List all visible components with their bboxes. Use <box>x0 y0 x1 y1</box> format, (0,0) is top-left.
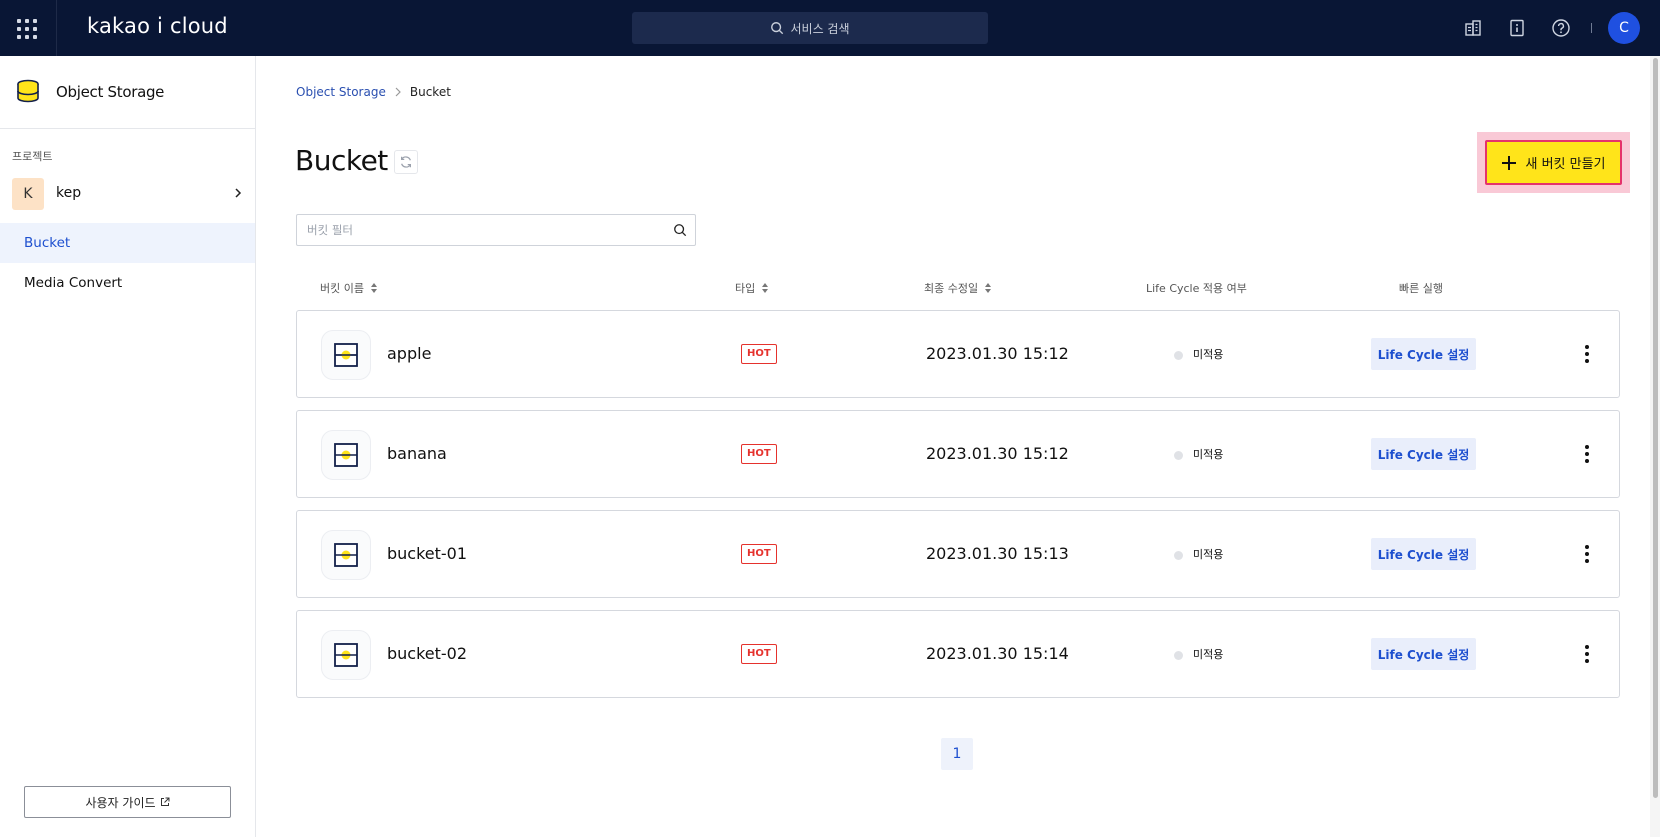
sort-icon <box>985 283 992 293</box>
sidebar-header: Object Storage <box>0 56 255 129</box>
organization-building-icon[interactable] <box>1461 16 1485 40</box>
status-dot <box>1174 351 1183 360</box>
lifecycle-settings-button[interactable]: Life Cycle 설정 <box>1371 538 1476 570</box>
bucket-filter-input[interactable] <box>307 215 647 245</box>
breadcrumb-bucket: Bucket <box>409 85 451 99</box>
type-badge: HOT <box>741 544 777 564</box>
external-link-icon <box>160 797 170 806</box>
sort-icon <box>370 283 377 293</box>
table-row[interactable]: bucket-02 HOT 2023.01.30 15:14 미적용 Life … <box>296 610 1620 698</box>
bucket-icon <box>321 330 371 380</box>
table-row[interactable]: apple HOT 2023.01.30 15:12 미적용 Life Cycl… <box>296 310 1620 398</box>
lifecycle-settings-button[interactable]: Life Cycle 설정 <box>1371 638 1476 670</box>
object-storage-icon <box>16 79 40 109</box>
bucket-icon <box>321 530 371 580</box>
project-selector[interactable]: K kep <box>12 178 244 210</box>
table-row[interactable]: banana HOT 2023.01.30 15:12 미적용 Life Cyc… <box>296 410 1620 498</box>
search-placeholder: 서비스 검색 <box>790 21 850 36</box>
bucket-icon <box>321 430 371 480</box>
scrollbar-thumb[interactable] <box>1653 58 1658 798</box>
service-title: Object Storage <box>56 83 165 101</box>
column-header-type[interactable]: 타입 <box>735 280 769 296</box>
lifecycle-status: 미적용 <box>1193 348 1224 361</box>
service-search-input[interactable]: 서비스 검색 <box>632 12 988 44</box>
bucket-name[interactable]: bucket-01 <box>387 544 467 563</box>
kakao-i-cloud-logo[interactable]: kakao i cloud <box>87 14 228 38</box>
user-avatar[interactable]: C <box>1608 12 1640 44</box>
status-dot <box>1174 651 1183 660</box>
column-header-name[interactable]: 버킷 이름 <box>320 280 378 296</box>
lifecycle-status: 미적용 <box>1193 448 1224 461</box>
bucket-filter-field[interactable] <box>296 214 696 246</box>
modified-date: 2023.01.30 15:12 <box>926 444 1069 463</box>
table-row[interactable]: bucket-01 HOT 2023.01.30 15:13 미적용 Life … <box>296 510 1620 598</box>
modified-date: 2023.01.30 15:12 <box>926 344 1069 363</box>
breadcrumb: Object Storage Bucket <box>296 85 451 99</box>
sort-icon <box>762 283 769 293</box>
refresh-button[interactable] <box>394 150 418 174</box>
bucket-name[interactable]: bucket-02 <box>387 644 467 663</box>
column-header-label: 타입 <box>735 282 756 295</box>
page-title: Bucket <box>295 144 388 177</box>
column-header-modified[interactable]: 최종 수정일 <box>924 280 992 296</box>
bucket-icon <box>321 630 371 680</box>
search-icon <box>771 22 784 35</box>
plus-icon <box>1502 155 1517 170</box>
column-header-label: 버킷 이름 <box>320 282 364 295</box>
more-options-icon[interactable] <box>1577 543 1597 565</box>
sidebar-item-bucket[interactable]: Bucket <box>0 223 255 263</box>
divider <box>56 0 57 56</box>
lifecycle-status: 미적용 <box>1193 648 1224 661</box>
divider <box>1591 23 1592 33</box>
lifecycle-settings-button[interactable]: Life Cycle 설정 <box>1371 438 1476 470</box>
type-badge: HOT <box>741 344 777 364</box>
search-icon[interactable] <box>673 223 687 237</box>
pagination-page-1[interactable]: 1 <box>941 738 973 770</box>
status-dot <box>1174 451 1183 460</box>
more-options-icon[interactable] <box>1577 443 1597 465</box>
sidebar: Object Storage 프로젝트 K kep Bucket Media C… <box>0 56 256 837</box>
type-badge: HOT <box>741 444 777 464</box>
more-options-icon[interactable] <box>1577 643 1597 665</box>
status-dot <box>1174 551 1183 560</box>
modified-date: 2023.01.30 15:13 <box>926 544 1069 563</box>
user-guide-label: 사용자 가이드 <box>85 795 156 810</box>
lifecycle-status: 미적용 <box>1193 548 1224 561</box>
column-header-label: 최종 수정일 <box>924 282 979 295</box>
column-header-label: Life Cycle 적용 여부 <box>1146 282 1247 295</box>
create-button-highlight: 새 버킷 만들기 <box>1477 132 1630 193</box>
bucket-name[interactable]: banana <box>387 444 447 463</box>
chevron-right-icon <box>235 188 242 198</box>
modified-date: 2023.01.30 15:14 <box>926 644 1069 663</box>
breadcrumb-object-storage[interactable]: Object Storage <box>296 85 386 99</box>
info-document-icon[interactable] <box>1505 16 1529 40</box>
chevron-right-icon <box>395 87 401 97</box>
column-header-lifecycle: Life Cycle 적용 여부 <box>1146 280 1247 296</box>
column-header-actions: 빠른 실행 <box>1399 280 1443 296</box>
project-name: kep <box>56 185 82 201</box>
project-badge: K <box>12 178 44 210</box>
bucket-name[interactable]: apple <box>387 344 431 363</box>
sidebar-item-media-convert[interactable]: Media Convert <box>0 263 255 303</box>
create-bucket-button[interactable]: 새 버킷 만들기 <box>1485 140 1622 185</box>
lifecycle-settings-button[interactable]: Life Cycle 설정 <box>1371 338 1476 370</box>
column-header-label: 빠른 실행 <box>1399 282 1443 295</box>
project-label: 프로젝트 <box>12 150 53 163</box>
refresh-icon <box>401 156 411 168</box>
help-icon[interactable] <box>1549 16 1573 40</box>
type-badge: HOT <box>741 644 777 664</box>
more-options-icon[interactable] <box>1577 343 1597 365</box>
top-navigation-bar: kakao i cloud 서비스 검색 C <box>0 0 1660 56</box>
user-guide-button[interactable]: 사용자 가이드 <box>24 786 231 818</box>
app-grid-icon[interactable] <box>17 19 37 39</box>
create-bucket-label: 새 버킷 만들기 <box>1525 157 1606 172</box>
